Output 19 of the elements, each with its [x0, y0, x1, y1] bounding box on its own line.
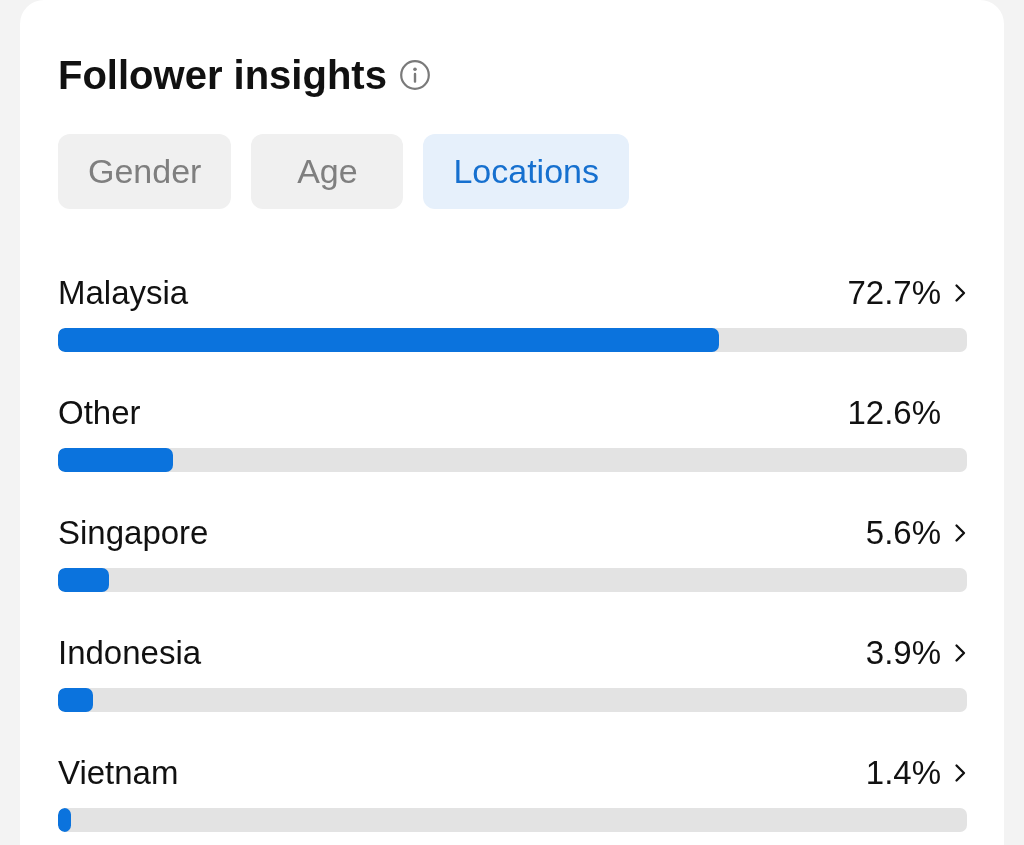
tab[interactable]: Age — [251, 134, 404, 209]
location-name: Indonesia — [58, 635, 202, 671]
chevron-right-icon[interactable] — [954, 523, 967, 543]
tab[interactable]: Gender — [58, 134, 232, 209]
location-name: Malaysia — [58, 275, 189, 311]
location-percent: 5.6% — [865, 515, 941, 551]
location-name: Other — [58, 395, 141, 431]
location-name: Singapore — [58, 515, 209, 551]
chevron-right-icon[interactable] — [954, 643, 967, 663]
location-percent: 3.9% — [865, 635, 941, 671]
location-percent: 72.7% — [847, 275, 941, 311]
chevron-right-icon[interactable] — [954, 283, 967, 303]
location-name: Vietnam — [58, 755, 179, 791]
chevron-right-icon[interactable] — [954, 763, 967, 783]
card-title: Follower insights — [58, 53, 387, 97]
info-icon[interactable] — [399, 60, 430, 90]
tab[interactable]: Locations — [423, 134, 629, 209]
location-percent: 12.6% — [847, 395, 941, 431]
location-percent: 1.4% — [865, 755, 941, 791]
